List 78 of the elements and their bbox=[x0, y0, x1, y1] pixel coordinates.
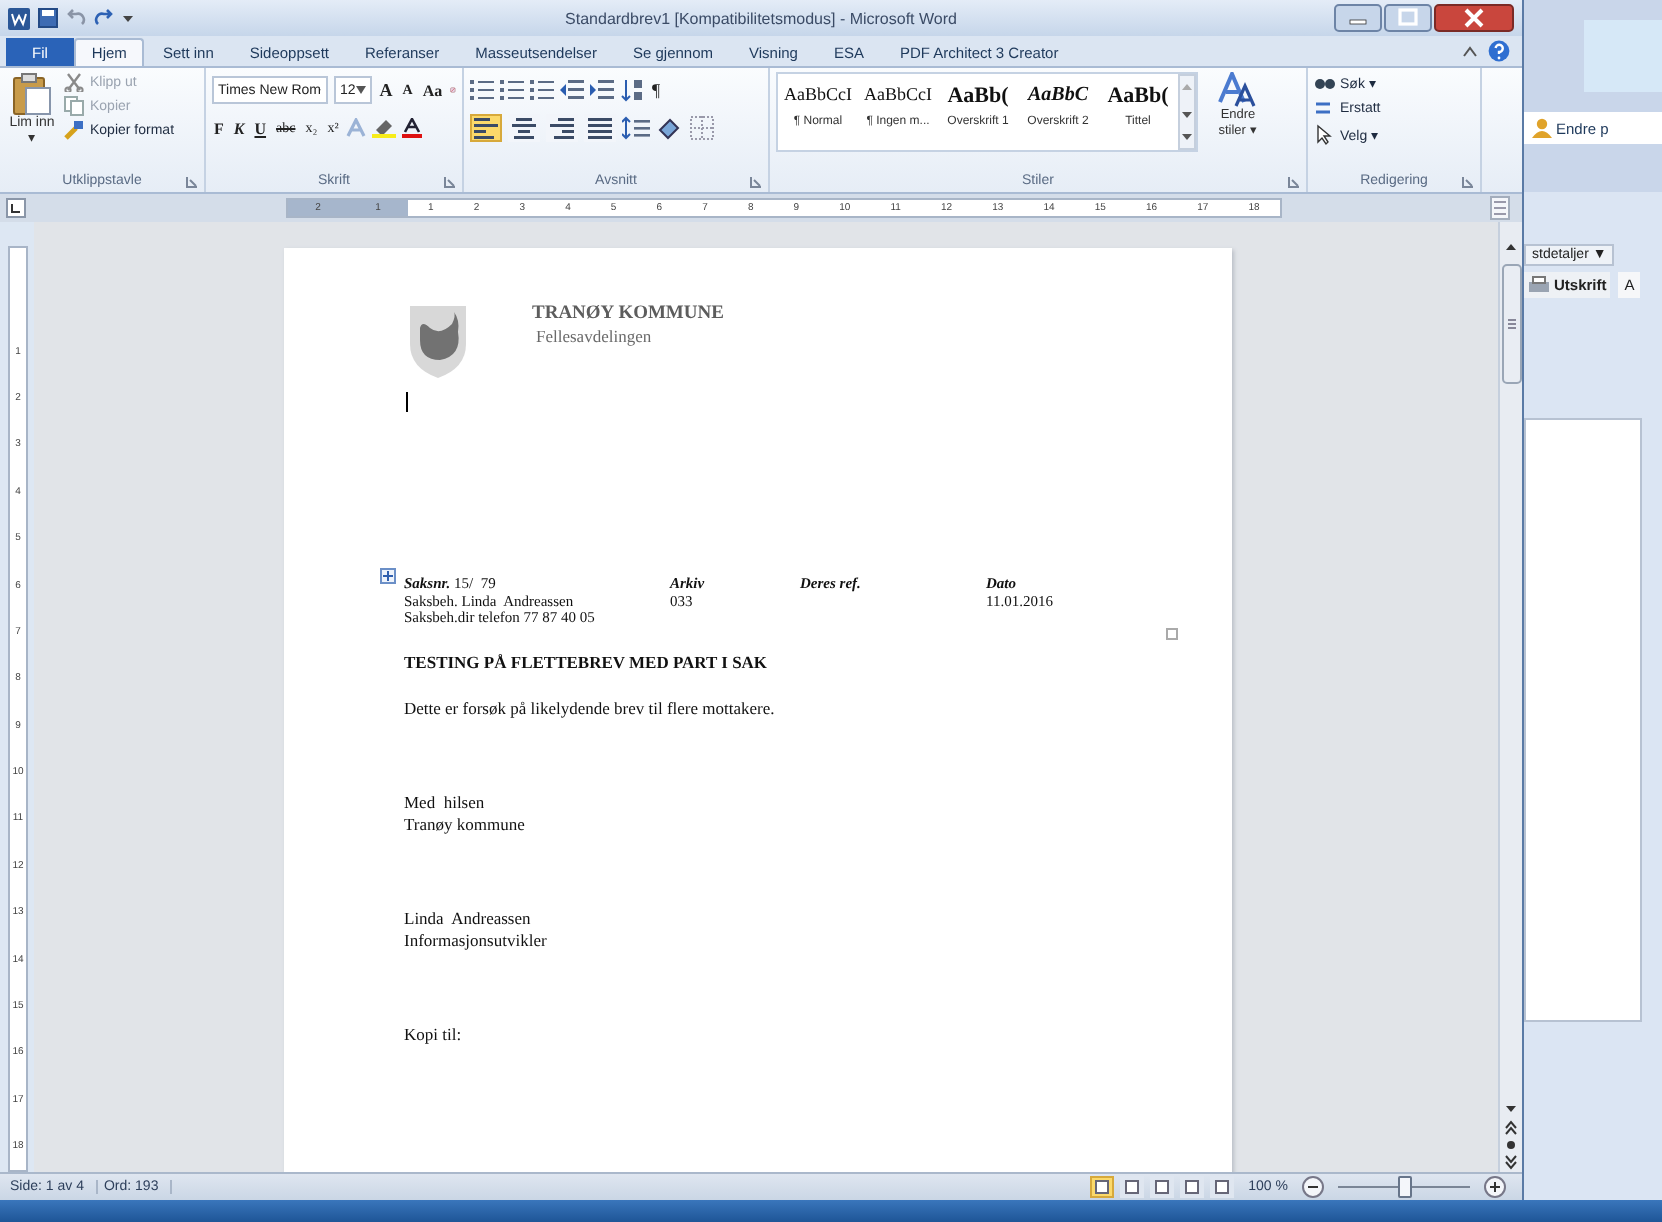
letter-text: Med hilsen bbox=[404, 791, 487, 814]
next-page-icon[interactable] bbox=[1500, 1154, 1522, 1172]
printer-icon bbox=[1528, 276, 1550, 294]
save-icon[interactable] bbox=[38, 8, 58, 28]
dialog-launcher-icon[interactable] bbox=[186, 176, 198, 188]
dialog-launcher-icon[interactable] bbox=[1462, 176, 1474, 188]
organization-name: TRANØY KOMMUNE bbox=[532, 304, 724, 324]
caret-icon[interactable] bbox=[122, 12, 134, 24]
borders-icon[interactable] bbox=[690, 116, 714, 140]
align-right-button[interactable] bbox=[546, 114, 578, 142]
style-preview[interactable]: AaBbCcI bbox=[784, 84, 852, 112]
text-cursor bbox=[406, 392, 408, 412]
pointer-icon bbox=[1314, 124, 1336, 146]
cell-end-mark bbox=[1166, 627, 1178, 639]
web-layout-button[interactable] bbox=[1150, 1176, 1175, 1198]
help-icon[interactable] bbox=[1488, 40, 1510, 62]
numbered-list-icon[interactable] bbox=[500, 78, 524, 102]
scissors-icon bbox=[64, 72, 84, 92]
multilevel-list-icon[interactable] bbox=[530, 78, 554, 102]
grow-font-button[interactable]: A bbox=[377, 80, 395, 100]
zoom-out-button[interactable] bbox=[1302, 1176, 1324, 1198]
highlighter-icon[interactable] bbox=[372, 118, 397, 138]
italic-button[interactable]: K bbox=[231, 119, 247, 137]
justify-button[interactable] bbox=[584, 114, 616, 142]
print-layout-button[interactable] bbox=[1090, 1176, 1115, 1198]
increase-indent-icon[interactable] bbox=[590, 78, 614, 102]
style-set-icon bbox=[1218, 72, 1258, 108]
word-logo-icon bbox=[8, 7, 30, 29]
letter-paragraph: Dette er forsøk på likelydende brev til flere mottakere. bbox=[404, 698, 777, 721]
letter-text: Linda Andreassen bbox=[404, 907, 533, 930]
tab-selector-icon[interactable] bbox=[6, 198, 26, 218]
decrease-indent-icon[interactable] bbox=[560, 78, 584, 102]
minimize-button[interactable] bbox=[1334, 4, 1382, 32]
center-button[interactable] bbox=[508, 114, 540, 142]
person-icon bbox=[1532, 118, 1552, 138]
bullet-list-icon[interactable] bbox=[470, 78, 494, 102]
letter-text: Tranøy kommune bbox=[404, 814, 527, 837]
outline-button[interactable] bbox=[1180, 1176, 1205, 1198]
ruler-toggle-icon[interactable] bbox=[1490, 196, 1510, 220]
letter-heading: TESTING PÅ FLETTEBREV MED PART I SAK bbox=[404, 651, 770, 674]
dialog-launcher-icon[interactable] bbox=[444, 176, 456, 188]
letter-text: Informasjonsutvikler bbox=[404, 930, 549, 953]
change-case-button[interactable]: Aa bbox=[420, 81, 445, 99]
department-name: Fellesavdelingen bbox=[536, 326, 654, 346]
table-move-handle-icon[interactable] bbox=[380, 568, 396, 584]
replace-icon bbox=[1314, 98, 1336, 120]
font-color-icon[interactable] bbox=[402, 118, 423, 138]
brush-icon bbox=[64, 120, 84, 140]
draft-button[interactable] bbox=[1210, 1176, 1235, 1198]
dialog-launcher-icon[interactable] bbox=[1288, 176, 1300, 188]
zoom-in-button[interactable] bbox=[1484, 1176, 1506, 1198]
maximize-button[interactable] bbox=[1384, 4, 1432, 32]
shading-icon[interactable] bbox=[656, 116, 684, 140]
coat-of-arms-icon bbox=[408, 304, 468, 380]
scrollbar-thumb[interactable] bbox=[1501, 264, 1521, 384]
bold-button[interactable]: F bbox=[212, 119, 226, 137]
redo-icon[interactable] bbox=[94, 8, 114, 28]
close-button[interactable] bbox=[1434, 4, 1514, 32]
style-preview[interactable]: AaBbC bbox=[1027, 84, 1088, 112]
clipboard-icon bbox=[12, 72, 52, 116]
caret-icon bbox=[355, 86, 366, 94]
show-formatting-button[interactable]: ¶ bbox=[650, 80, 663, 100]
full-screen-reading-button[interactable] bbox=[1120, 1176, 1145, 1198]
dialog-launcher-icon[interactable] bbox=[750, 176, 762, 188]
gallery-scroll-icon[interactable] bbox=[1178, 74, 1196, 150]
underline-button[interactable]: U bbox=[252, 119, 269, 137]
style-preview[interactable]: AaBbCcI bbox=[864, 84, 932, 112]
style-preview[interactable]: AaBb( bbox=[947, 84, 1009, 112]
zoom-slider-thumb[interactable] bbox=[1398, 1176, 1412, 1198]
style-preview[interactable]: AaBb( bbox=[1107, 84, 1169, 112]
align-left-button[interactable] bbox=[470, 114, 502, 142]
previous-page-icon[interactable] bbox=[1500, 1118, 1522, 1136]
collapse-ribbon-icon[interactable] bbox=[1462, 43, 1478, 59]
sort-icon[interactable] bbox=[620, 78, 644, 102]
line-spacing-icon[interactable] bbox=[622, 116, 650, 140]
window-title: Standardbrev1 [Kompatibilitetsmodus] - Microsoft Word bbox=[563, 9, 959, 27]
letter-text: Kopi til: bbox=[404, 1023, 464, 1046]
copy-icon bbox=[64, 96, 84, 116]
